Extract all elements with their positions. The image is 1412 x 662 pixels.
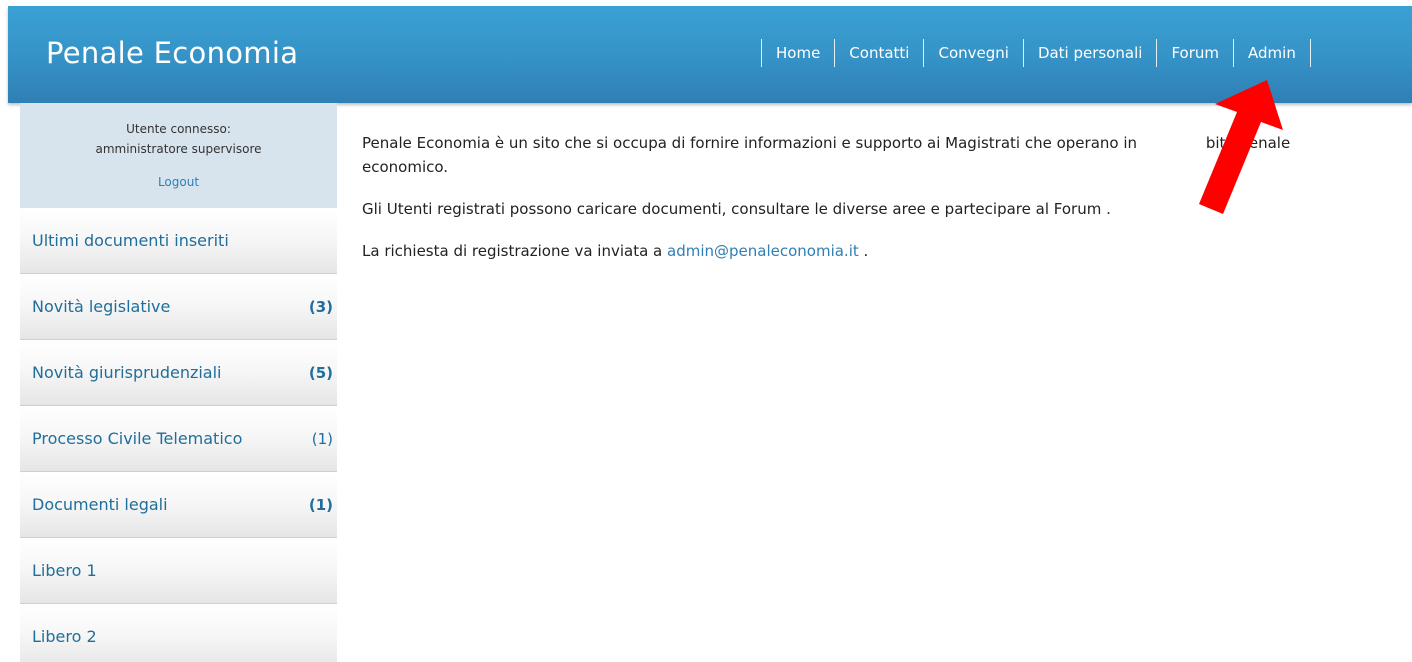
sidebar-item-label: Novità giurisprudenziali (32, 363, 222, 382)
sidebar-item-ultimi-documenti[interactable]: Ultimi documenti inseriti (20, 208, 337, 274)
sidebar-item-label: Libero 2 (32, 627, 97, 646)
admin-email-link[interactable]: admin@penaleconomia.it (667, 242, 859, 260)
sidebar-item-documenti-legali[interactable]: Documenti legali (1) (20, 472, 337, 538)
sidebar-item-label: Ultimi documenti inseriti (32, 231, 229, 250)
registration-text: La richiesta di registrazione va inviata… (362, 242, 667, 260)
sidebar-item-count: (3) (308, 297, 333, 316)
sidebar-item-label: Novità legislative (32, 297, 171, 316)
sidebar-item-libero-1[interactable]: Libero 1 (20, 538, 337, 604)
red-arrow-icon (1199, 80, 1283, 214)
intro-text-start: Penale Economia è un sito che si occupa … (362, 134, 1138, 152)
main-nav: Home Contatti Convegni Dati personali Fo… (761, 39, 1311, 67)
sidebar-item-novita-giurisprudenziali[interactable]: Novità giurisprudenziali (5) (20, 340, 337, 406)
user-name: amministratore supervisore (95, 142, 262, 156)
sidebar-item-label: Processo Civile Telematico (32, 429, 243, 448)
nav-forum[interactable]: Forum (1157, 44, 1233, 62)
nav-admin[interactable]: Admin (1234, 44, 1310, 62)
sidebar-item-novita-legislative[interactable]: Novità legislative (3) (20, 274, 337, 340)
logout-link[interactable]: Logout (158, 172, 199, 192)
registration-paragraph: La richiesta di registrazione va inviata… (362, 239, 1362, 263)
sidebar-item-count: (1) (308, 495, 333, 514)
site-title[interactable]: Penale Economia (46, 36, 298, 70)
user-label: Utente connesso: (126, 122, 231, 136)
sidebar: Utente connesso: amministratore supervis… (20, 103, 337, 662)
user-box: Utente connesso: amministratore supervis… (20, 103, 337, 208)
nav-convegni[interactable]: Convegni (924, 44, 1022, 62)
sidebar-item-label: Documenti legali (32, 495, 168, 514)
intro-text-last: economico. (362, 158, 449, 176)
sidebar-item-label: Libero 1 (32, 561, 97, 580)
sidebar-item-count: (5) (308, 363, 333, 382)
sidebar-item-processo-civile-telematico[interactable]: Processo Civile Telematico (1) (20, 406, 337, 472)
registration-suffix: . (858, 242, 869, 260)
sidebar-item-count: (1) (311, 429, 333, 448)
nav-contatti[interactable]: Contatti (835, 44, 923, 62)
sidebar-item-libero-2[interactable]: Libero 2 (20, 604, 337, 662)
nav-separator (1309, 39, 1311, 67)
nav-home[interactable]: Home (762, 44, 834, 62)
nav-dati-personali[interactable]: Dati personali (1024, 44, 1157, 62)
